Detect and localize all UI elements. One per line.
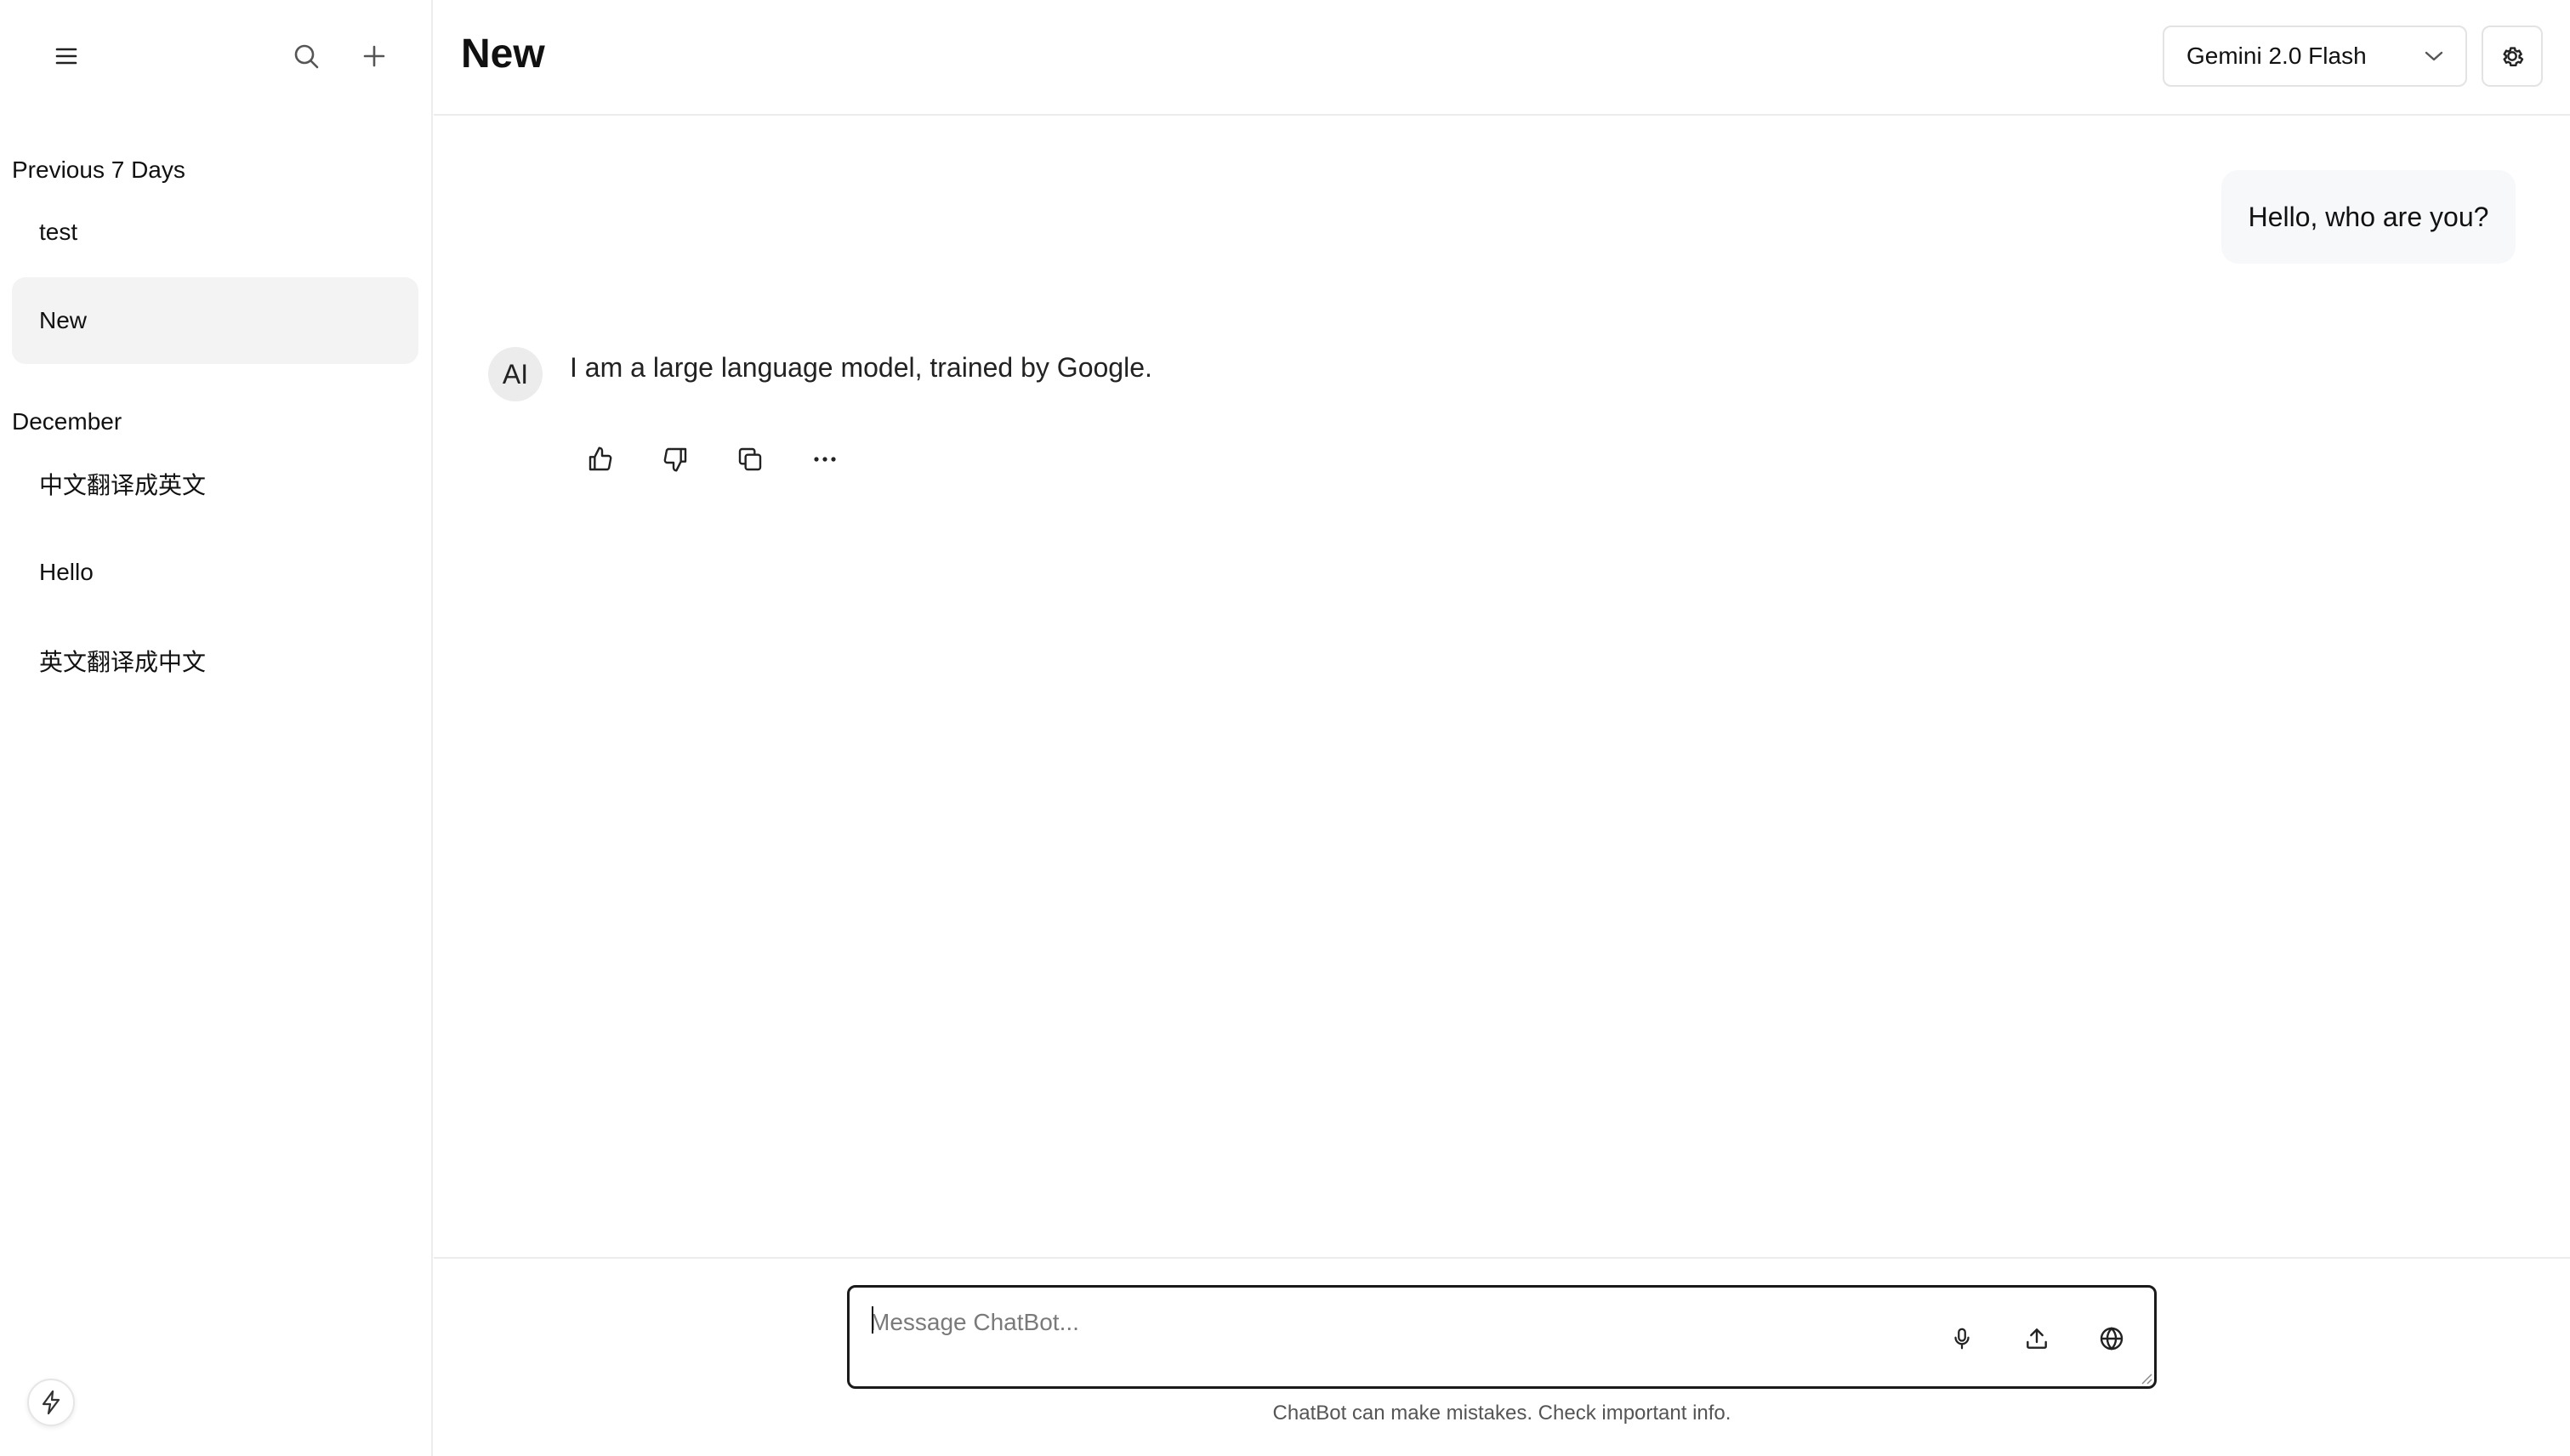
bolt-button[interactable] <box>27 1379 75 1426</box>
menu-icon <box>55 47 77 65</box>
message-input[interactable] <box>870 1301 1891 1344</box>
gear-icon <box>2499 43 2526 70</box>
resize-handle-icon[interactable] <box>2139 1371 2152 1385</box>
menu-button[interactable] <box>41 31 92 82</box>
chevron-down-icon <box>2425 50 2443 62</box>
model-select[interactable]: Gemini 2.0 Flash <box>2163 26 2467 87</box>
sidebar: Previous 7 Days test New December 中文翻译成英… <box>0 0 433 1456</box>
sidebar-item-label: New <box>39 307 88 333</box>
sidebar-item-label: test <box>39 219 78 245</box>
settings-button[interactable] <box>2482 26 2543 87</box>
voice-button[interactable] <box>1936 1313 1987 1364</box>
message-composer <box>847 1285 2157 1389</box>
new-chat-button[interactable] <box>349 31 400 82</box>
sidebar-item-label: 英文翻译成中文 <box>39 649 207 675</box>
message-actions <box>575 434 850 485</box>
microphone-icon <box>1949 1325 1975 1352</box>
sidebar-item-label: 中文翻译成英文 <box>39 472 207 498</box>
search-icon <box>293 43 320 70</box>
sidebar-item-test[interactable]: test <box>12 189 418 276</box>
copy-button[interactable] <box>725 434 776 485</box>
page-title: New <box>461 31 545 77</box>
more-button[interactable] <box>799 434 850 485</box>
sidebar-item-new[interactable]: New <box>12 277 418 364</box>
dislike-button[interactable] <box>650 434 701 485</box>
disclaimer-text: ChatBot can make mistakes. Check importa… <box>1272 1402 1731 1425</box>
web-search-button[interactable] <box>2086 1313 2137 1364</box>
like-button[interactable] <box>575 434 626 485</box>
upload-button[interactable] <box>2011 1313 2062 1364</box>
model-select-value: Gemini 2.0 Flash <box>2186 43 2367 69</box>
sidebar-item-hello[interactable]: Hello <box>12 529 418 616</box>
copy-icon <box>736 446 764 473</box>
upload-icon <box>2023 1325 2050 1352</box>
search-button[interactable] <box>281 31 332 82</box>
sidebar-item-label: Hello <box>39 559 94 585</box>
sidebar-item-en-to-zh[interactable]: 英文翻译成中文 <box>12 617 418 704</box>
thumbs-down-icon <box>662 446 689 473</box>
chat-app: Previous 7 Days test New December 中文翻译成英… <box>0 0 2570 1456</box>
lightning-icon <box>40 1390 62 1415</box>
sidebar-item-zh-to-en[interactable]: 中文翻译成英文 <box>12 441 418 527</box>
thumbs-up-icon <box>587 446 614 473</box>
user-message: Hello, who are you? <box>2221 170 2516 264</box>
more-icon <box>813 456 837 463</box>
avatar: AI <box>488 347 543 401</box>
globe-icon <box>2098 1325 2125 1352</box>
ai-message: I am a large language model, trained by … <box>570 352 1152 383</box>
section-title-previous-7-days: Previous 7 Days <box>12 156 185 183</box>
section-title-december: December <box>12 408 122 435</box>
plus-icon <box>362 44 386 68</box>
text-caret <box>872 1306 873 1334</box>
